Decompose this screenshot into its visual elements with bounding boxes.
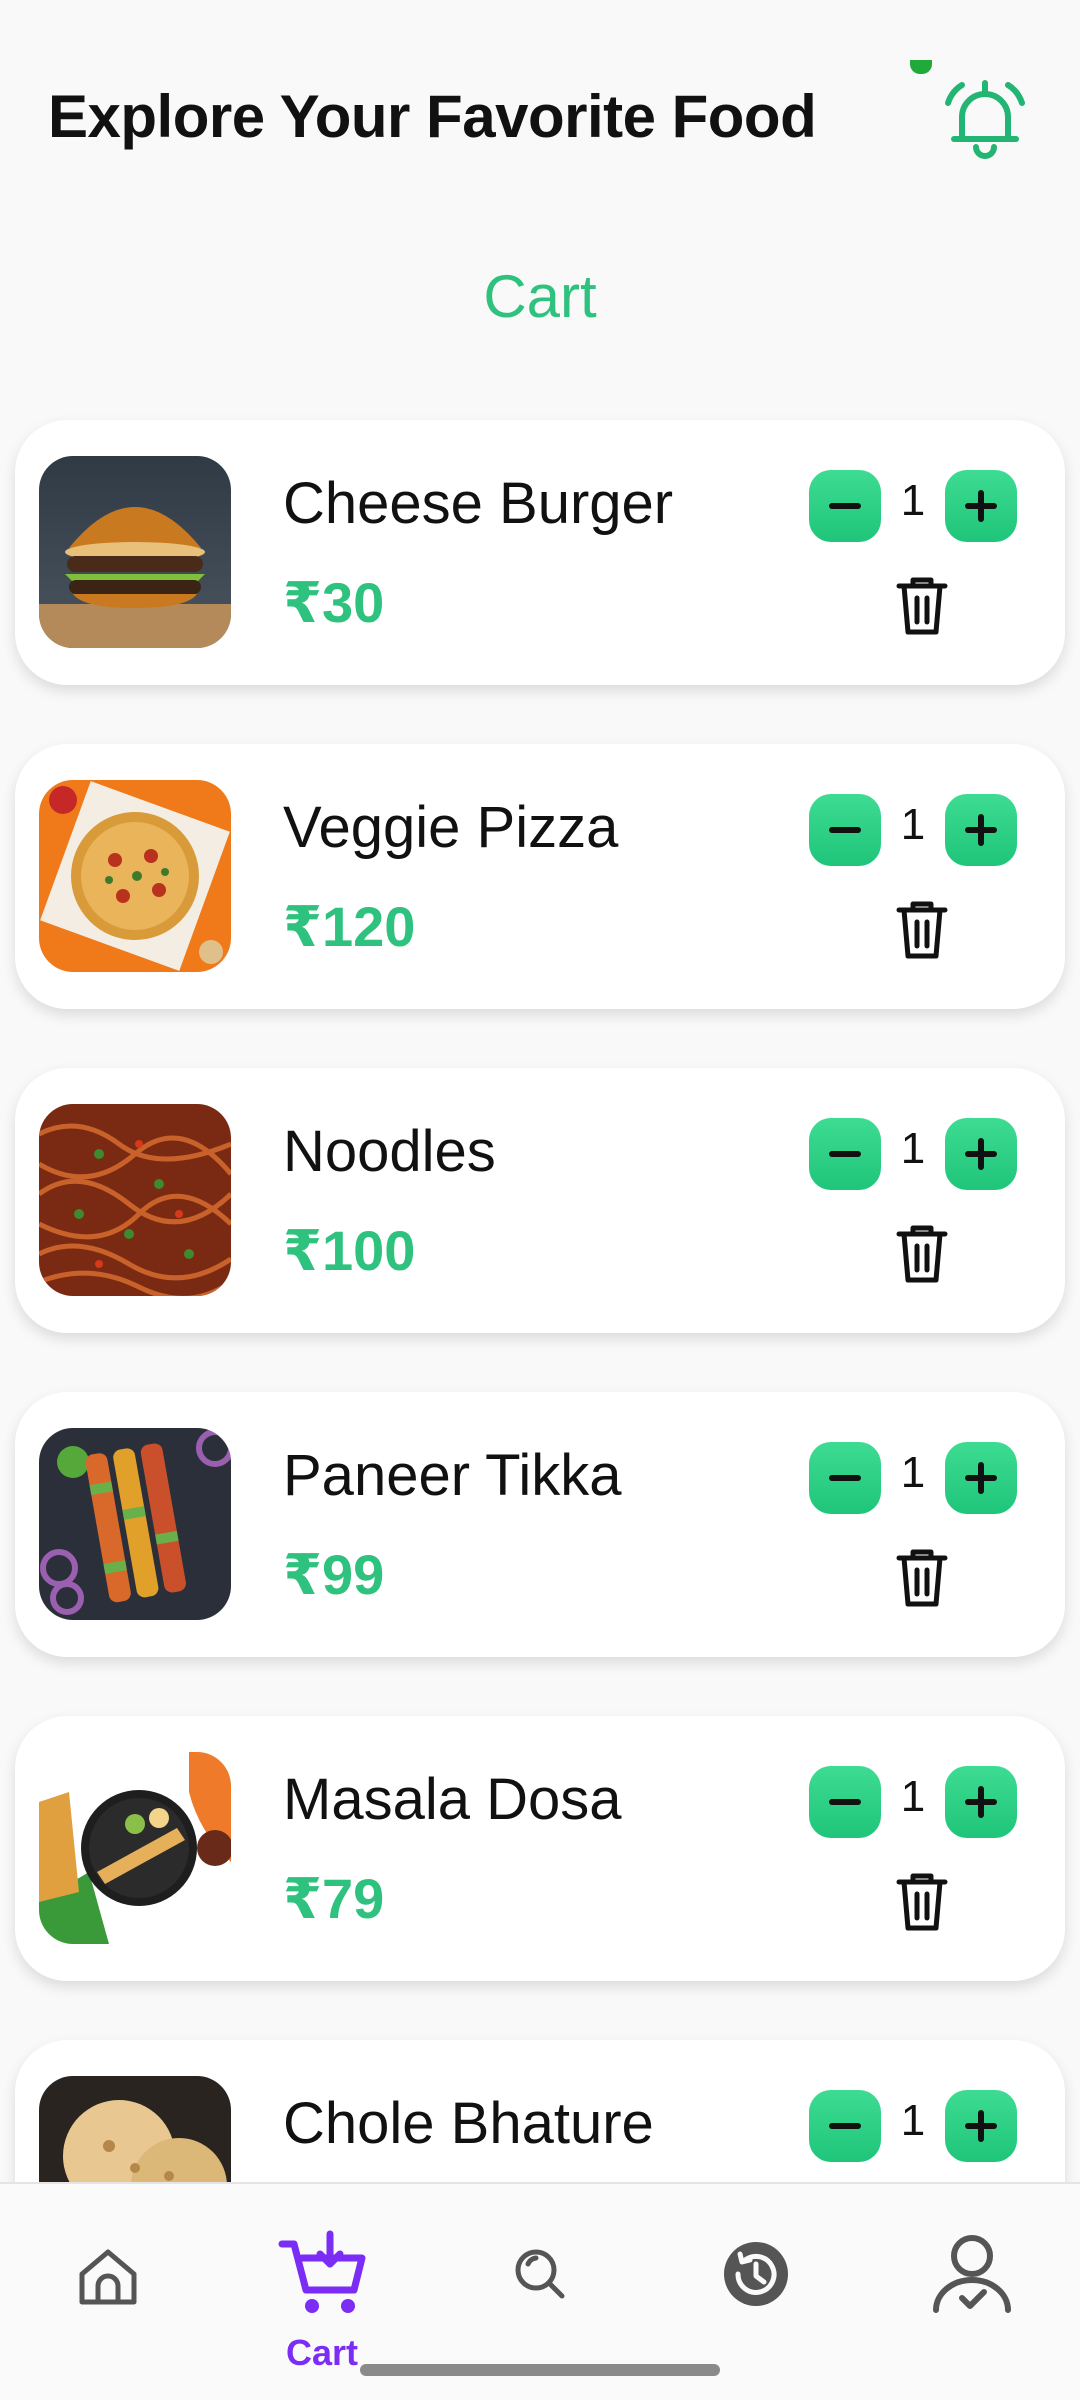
quantity-value: 1 [900,800,926,849]
trash-icon[interactable] [887,1542,957,1612]
decrease-quantity-button[interactable] [809,1766,881,1838]
home-icon [79,2249,137,2305]
trash-icon[interactable] [887,570,957,640]
item-price: ₹30 [283,571,385,634]
cart-item-card: Noodles ₹100 1 [15,1068,1065,1333]
decrease-quantity-button[interactable] [809,1118,881,1190]
nav-item-history[interactable] [696,2214,816,2334]
item-name: Chole Bhature [283,2091,654,2156]
item-price: ₹120 [283,895,416,958]
cart-screen: Explore Your Favorite Food Cart Cheese B… [0,0,1080,2400]
increase-quantity-button[interactable] [945,470,1017,542]
profile-icon [933,2235,1011,2313]
increase-quantity-button[interactable] [945,1442,1017,1514]
quantity-value: 1 [900,2096,926,2145]
increase-quantity-button[interactable] [945,2090,1017,2162]
item-price: ₹79 [283,1867,385,1930]
history-icon [724,2242,788,2306]
nav-item-home[interactable] [48,2214,168,2334]
app-title: Explore Your Favorite Food [48,83,817,150]
trash-icon[interactable] [887,1866,957,1936]
decrease-quantity-button[interactable] [809,470,881,542]
paneer-tikka-image [39,1428,231,1620]
app-header: Explore Your Favorite Food [0,60,1080,180]
trash-icon[interactable] [887,894,957,964]
quantity-value: 1 [900,1448,926,1497]
nav-item-profile[interactable] [912,2214,1032,2334]
cart-icon [278,2230,366,2313]
noodles-image [39,1104,231,1296]
nav-item-cart[interactable]: Cart [262,2214,382,2373]
quantity-value: 1 [900,476,926,525]
increase-quantity-button[interactable] [945,1766,1017,1838]
item-price: ₹99 [283,1543,385,1606]
decrease-quantity-button[interactable] [809,2090,881,2162]
item-name: Noodles [283,1119,496,1184]
cart-item-card: Veggie Pizza ₹120 1 [15,744,1065,1009]
item-name: Cheese Burger [283,471,674,536]
quantity-value: 1 [900,1124,926,1173]
nav-item-search[interactable] [480,2214,600,2334]
search-icon [515,2249,565,2299]
item-name: Masala Dosa [283,1767,622,1832]
decrease-quantity-button[interactable] [809,794,881,866]
cart-item-card: Paneer Tikka ₹99 1 [15,1392,1065,1657]
notification-bell-icon[interactable] [930,65,1040,175]
item-name: Paneer Tikka [283,1443,622,1508]
increase-quantity-button[interactable] [945,1118,1017,1190]
item-name: Veggie Pizza [283,795,619,860]
trash-icon[interactable] [887,1218,957,1288]
increase-quantity-button[interactable] [945,794,1017,866]
page-title: Cart [483,263,597,330]
home-indicator[interactable] [360,2364,720,2376]
decrease-quantity-button[interactable] [809,1442,881,1514]
cart-item-card: Cheese Burger ₹30 1 [15,420,1065,685]
notification-dot [910,60,932,74]
masala-dosa-image [39,1752,231,1944]
burger-image [39,456,231,648]
cart-item-card: Masala Dosa ₹79 1 [15,1716,1065,1981]
quantity-value: 1 [900,1772,926,1821]
item-price: ₹100 [283,1219,416,1282]
pizza-image [39,780,231,972]
